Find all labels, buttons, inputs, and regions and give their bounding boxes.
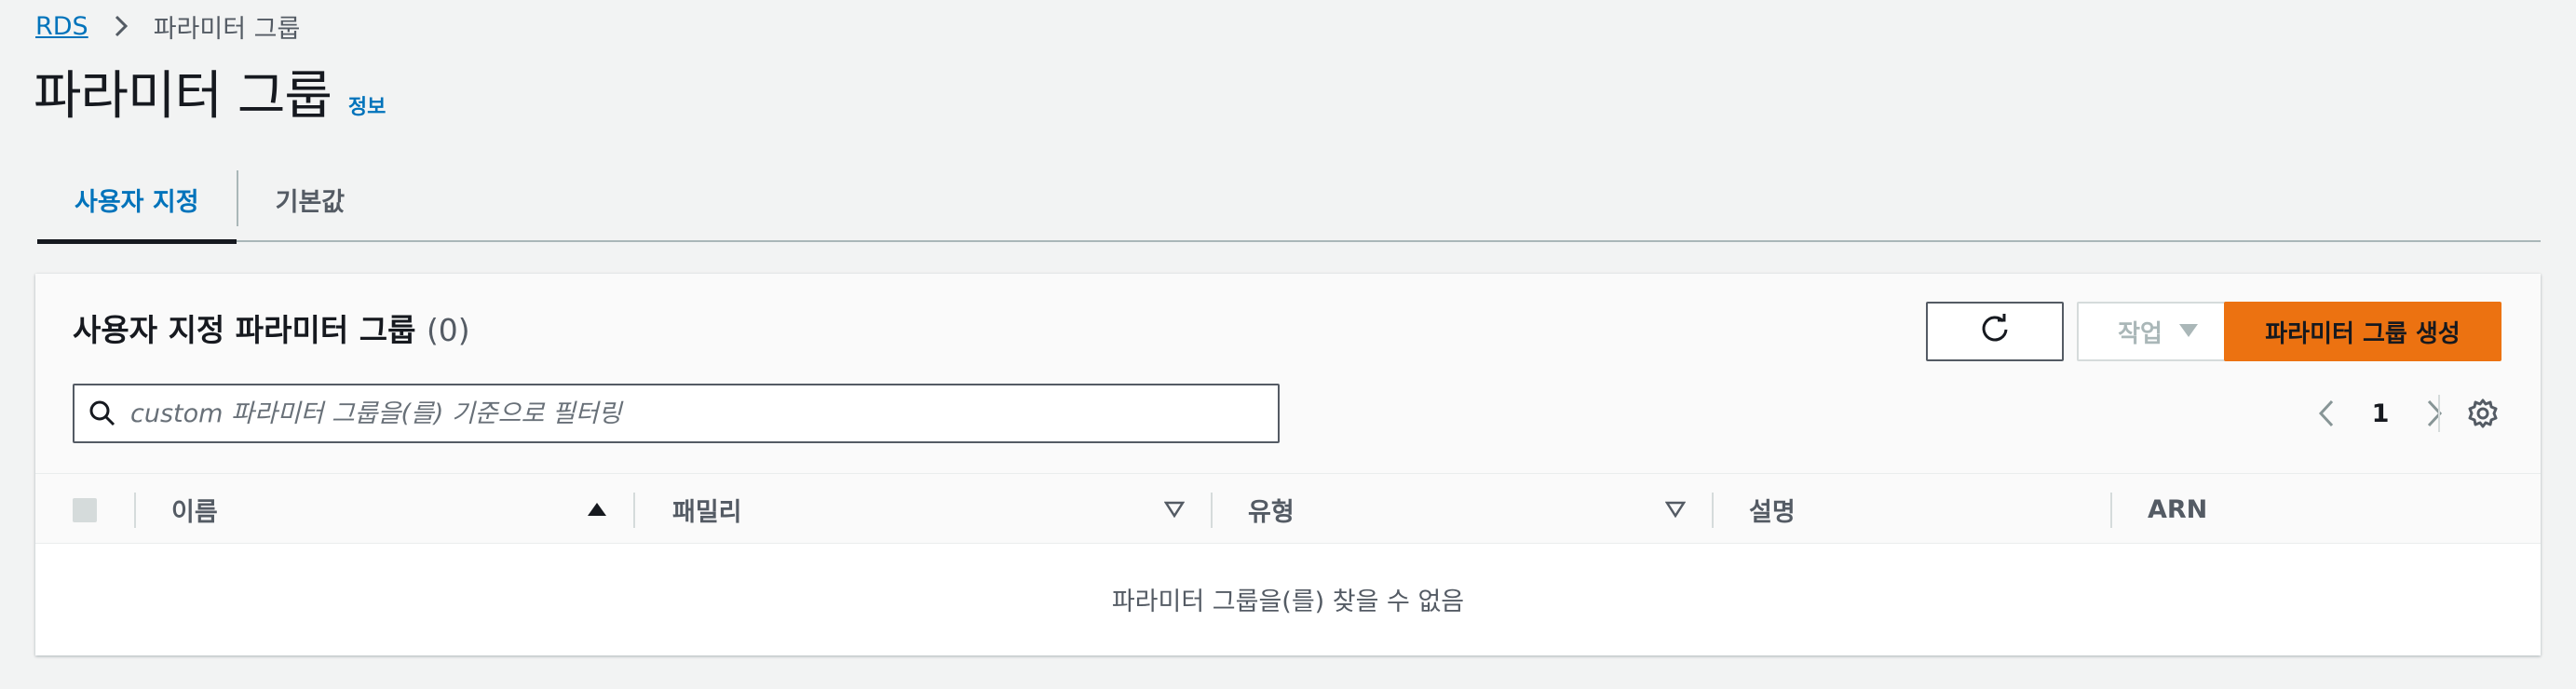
column-divider [2110, 493, 2112, 528]
container-title: 사용자 지정 파라미터 그룹 (0) [73, 305, 470, 350]
sort-descending-icon[interactable] [1665, 474, 1686, 545]
search-input[interactable] [130, 399, 1248, 428]
item-count: (0) [426, 312, 470, 348]
search-field [73, 384, 1280, 443]
column-header-family[interactable]: 패밀리 [672, 474, 742, 545]
tab-list: 사용자 지정 기본값 [37, 156, 2541, 244]
breadcrumb-rds-link[interactable]: RDS [35, 12, 88, 41]
column-divider [1712, 493, 1714, 528]
search-icon [75, 399, 130, 427]
column-header-name[interactable]: 이름 [171, 474, 218, 545]
sort-descending-icon[interactable] [1164, 474, 1185, 545]
tab-custom[interactable]: 사용자 지정 [37, 156, 237, 244]
column-header-description: 설명 [1749, 497, 1796, 527]
empty-state-text: 파라미터 그룹을(를) 찾을 수 없음 [1111, 587, 1465, 616]
page-header: 파라미터 그룹 정보 [34, 54, 386, 129]
current-page[interactable]: 1 [2352, 399, 2408, 428]
table-header: 이름 패밀리 유형 설명 ARN [35, 473, 2541, 544]
container-header: 사용자 지정 파라미터 그룹 (0) 작업 파라미터 그룹 생성 1 [35, 274, 2541, 473]
pager-divider [2438, 395, 2440, 432]
column-divider [633, 493, 635, 528]
chevron-left-icon[interactable] [2300, 399, 2352, 427]
column-divider [1211, 493, 1213, 528]
actions-label: 작업 [2118, 319, 2162, 348]
actions-dropdown[interactable]: 작업 [2077, 302, 2239, 361]
sort-ascending-icon[interactable] [587, 474, 607, 545]
column-divider [134, 493, 136, 528]
create-parameter-group-button[interactable]: 파라미터 그룹 생성 [2224, 302, 2501, 361]
container-title-text: 사용자 지정 파라미터 그룹 [73, 312, 416, 348]
column-header-type[interactable]: 유형 [1248, 474, 1295, 545]
refresh-icon [1978, 312, 2012, 352]
pagination: 1 [2300, 384, 2461, 443]
parameter-groups-table-container: 사용자 지정 파라미터 그룹 (0) 작업 파라미터 그룹 생성 1 [35, 274, 2541, 655]
caret-down-icon [2178, 317, 2198, 345]
gear-icon[interactable] [2453, 384, 2513, 443]
page-title: 파라미터 그룹 [34, 66, 332, 127]
tab-default[interactable]: 기본값 [238, 156, 383, 242]
column-header-arn: ARN [2148, 494, 2208, 524]
breadcrumb-current: 파라미터 그룹 [153, 14, 301, 44]
breadcrumb: RDS 파라미터 그룹 [35, 7, 300, 45]
info-link[interactable]: 정보 [348, 90, 386, 120]
refresh-button[interactable] [1926, 302, 2064, 361]
chevron-right-icon [113, 14, 129, 38]
select-all-checkbox[interactable] [73, 498, 97, 522]
